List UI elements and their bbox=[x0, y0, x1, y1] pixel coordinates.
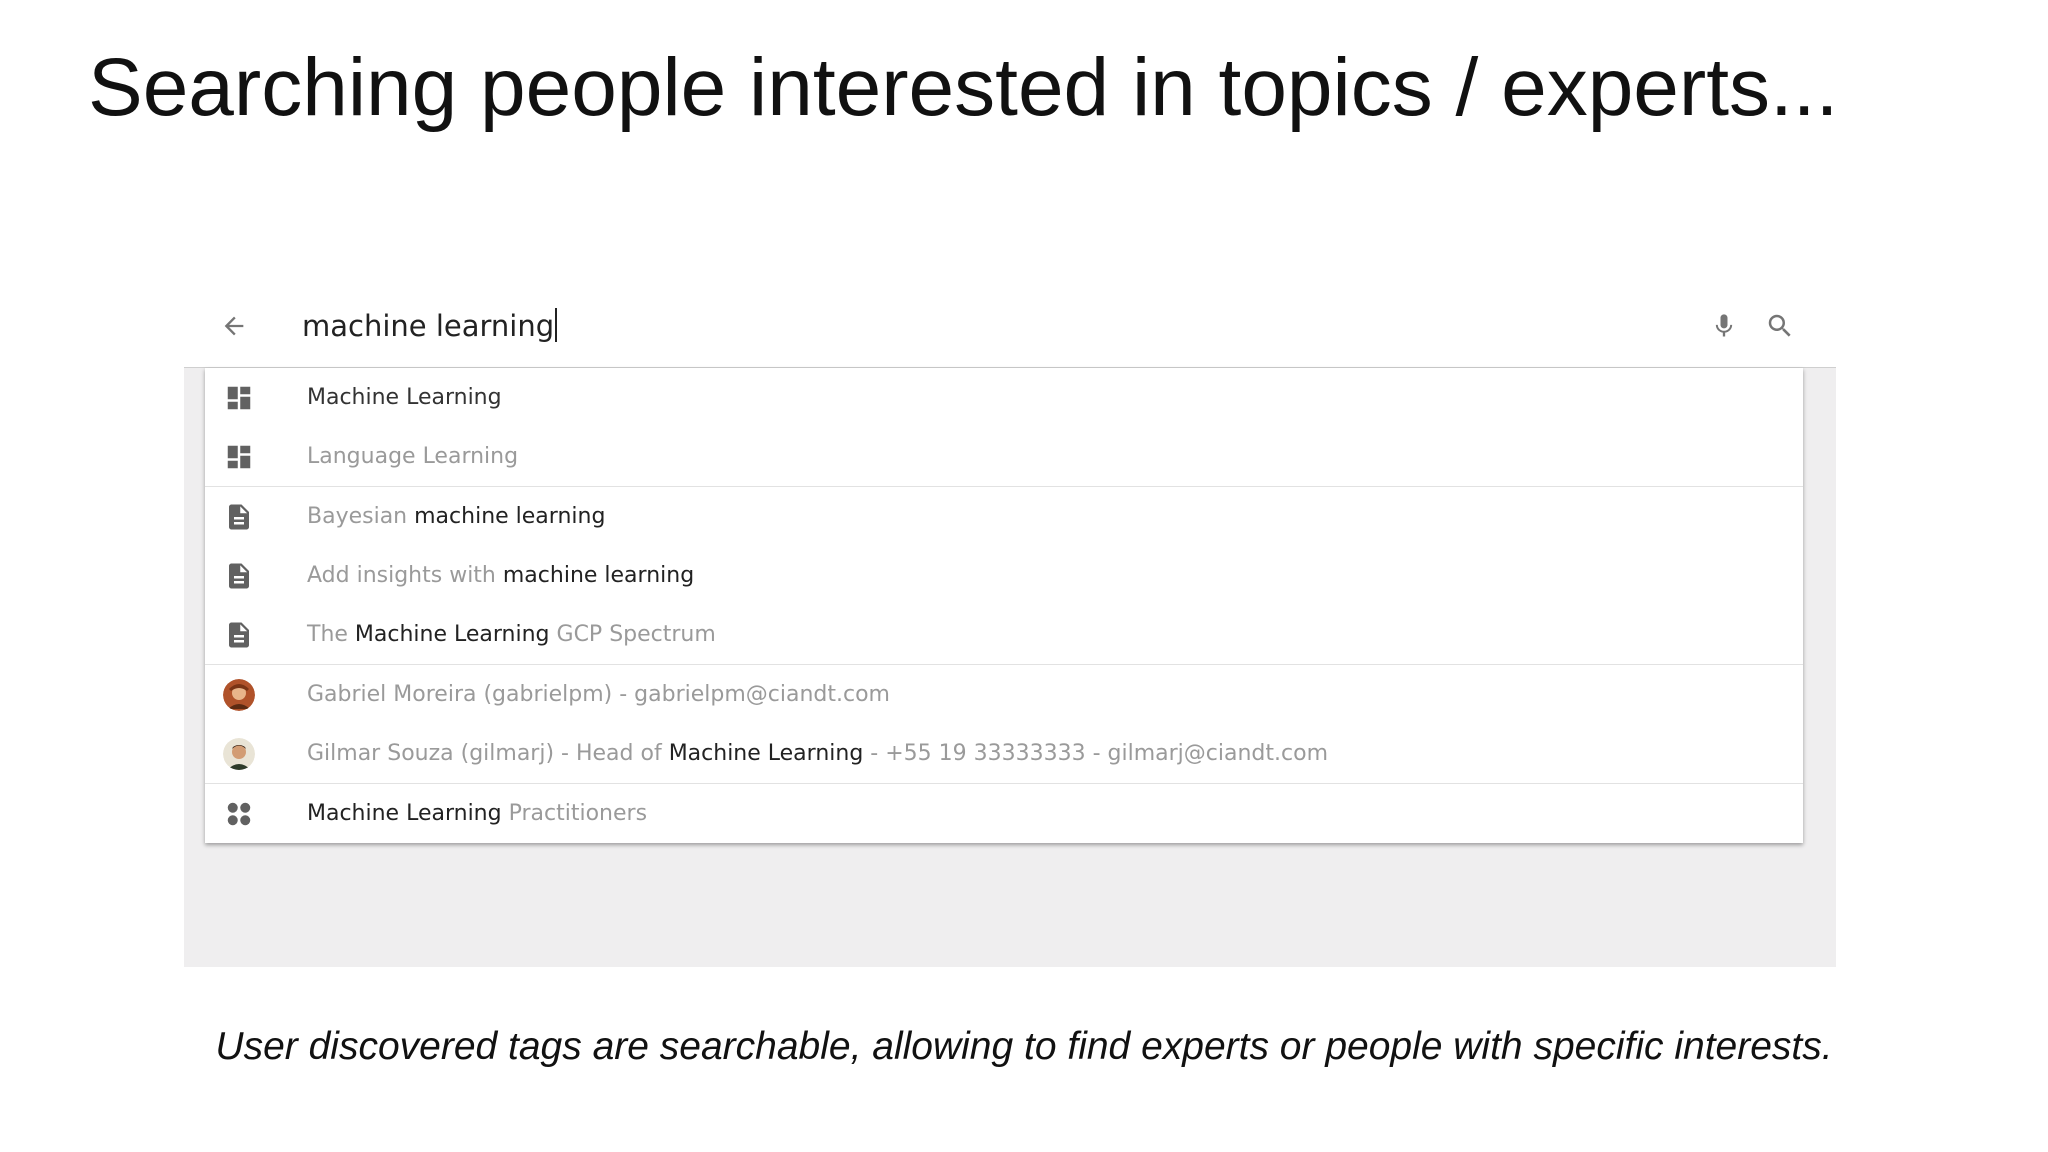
search-bar: machine learning bbox=[184, 285, 1836, 367]
suggestions-dropdown: Machine Learning Language Learning Bayes… bbox=[205, 368, 1803, 843]
suggestion-label: Gabriel Moreira (gabrielpm) - gabrielpm@… bbox=[307, 682, 890, 707]
suggestion-prefix: Bayesian bbox=[307, 504, 415, 529]
document-icon bbox=[223, 501, 255, 533]
suggestion-person[interactable]: Gilmar Souza (gilmarj) - Head of Machine… bbox=[205, 724, 1803, 783]
suggestion-prefix: Add insights with bbox=[307, 563, 503, 588]
suggestion-label: Add insights with machine learning bbox=[307, 563, 694, 588]
suggestion-match: Machine Learning bbox=[354, 622, 550, 647]
slide-title: Searching people interested in topics / … bbox=[88, 42, 1839, 133]
suggestion-topic[interactable]: Language Learning bbox=[205, 427, 1803, 486]
suggestion-label: The Machine Learning GCP Spectrum bbox=[307, 622, 716, 647]
suggestion-match: Machine Learning bbox=[307, 801, 502, 826]
suggestion-label: Gilmar Souza (gilmarj) - Head of Machine… bbox=[307, 741, 1328, 766]
topics-group: Machine Learning Language Learning bbox=[205, 368, 1803, 487]
voice-search-button[interactable] bbox=[1704, 306, 1744, 346]
suggestion-label: Machine Learning bbox=[307, 385, 502, 410]
suggestion-suffix: - +55 19 33333333 - gilmarj@ciandt.com bbox=[863, 741, 1328, 766]
suggestion-prefix: Gabriel Moreira (gabrielpm) - gabrielpm@… bbox=[307, 682, 890, 707]
people-group: Gabriel Moreira (gabrielpm) - gabrielpm@… bbox=[205, 665, 1803, 784]
suggestion-prefix: The bbox=[307, 622, 355, 647]
dashboard-icon bbox=[223, 382, 255, 414]
community-icon bbox=[223, 798, 255, 830]
document-icon bbox=[223, 619, 255, 651]
avatar bbox=[223, 738, 255, 770]
avatar bbox=[223, 679, 255, 711]
suggestion-document[interactable]: Bayesian machine learning bbox=[205, 487, 1803, 546]
suggestion-label: Bayesian machine learning bbox=[307, 504, 605, 529]
suggestion-suffix: GCP Spectrum bbox=[549, 622, 716, 647]
text-cursor bbox=[555, 308, 558, 342]
microphone-icon bbox=[1715, 314, 1733, 337]
search-input[interactable]: machine learning bbox=[302, 305, 558, 347]
dashboard-icon bbox=[223, 441, 255, 473]
documents-group: Bayesian machine learning Add insights w… bbox=[205, 487, 1803, 665]
communities-group: Machine Learning Practitioners bbox=[205, 784, 1803, 843]
suggestion-match: Machine Learning bbox=[668, 741, 864, 766]
search-button[interactable] bbox=[1760, 306, 1800, 346]
suggestion-label: Language Learning bbox=[307, 444, 519, 469]
suggestion-community[interactable]: Machine Learning Practitioners bbox=[205, 784, 1803, 843]
arrow-back-icon bbox=[224, 316, 244, 336]
back-button[interactable] bbox=[214, 306, 254, 346]
suggestion-document[interactable]: Add insights with machine learning bbox=[205, 546, 1803, 605]
suggestion-match: machine learning bbox=[502, 563, 695, 588]
document-icon bbox=[223, 560, 255, 592]
search-query: machine learning bbox=[302, 309, 555, 343]
suggestion-label: Machine Learning Practitioners bbox=[307, 801, 647, 826]
suggestion-match: machine learning bbox=[414, 504, 606, 529]
slide-caption: User discovered tags are searchable, all… bbox=[215, 1025, 1833, 1068]
search-icon bbox=[1768, 314, 1791, 337]
suggestion-suffix: Practitioners bbox=[501, 801, 648, 826]
suggestion-prefix: Gilmar Souza (gilmarj) - Head of bbox=[307, 741, 669, 766]
suggestion-person[interactable]: Gabriel Moreira (gabrielpm) - gabrielpm@… bbox=[205, 665, 1803, 724]
suggestion-topic[interactable]: Machine Learning bbox=[205, 368, 1803, 427]
suggestion-document[interactable]: The Machine Learning GCP Spectrum bbox=[205, 605, 1803, 664]
